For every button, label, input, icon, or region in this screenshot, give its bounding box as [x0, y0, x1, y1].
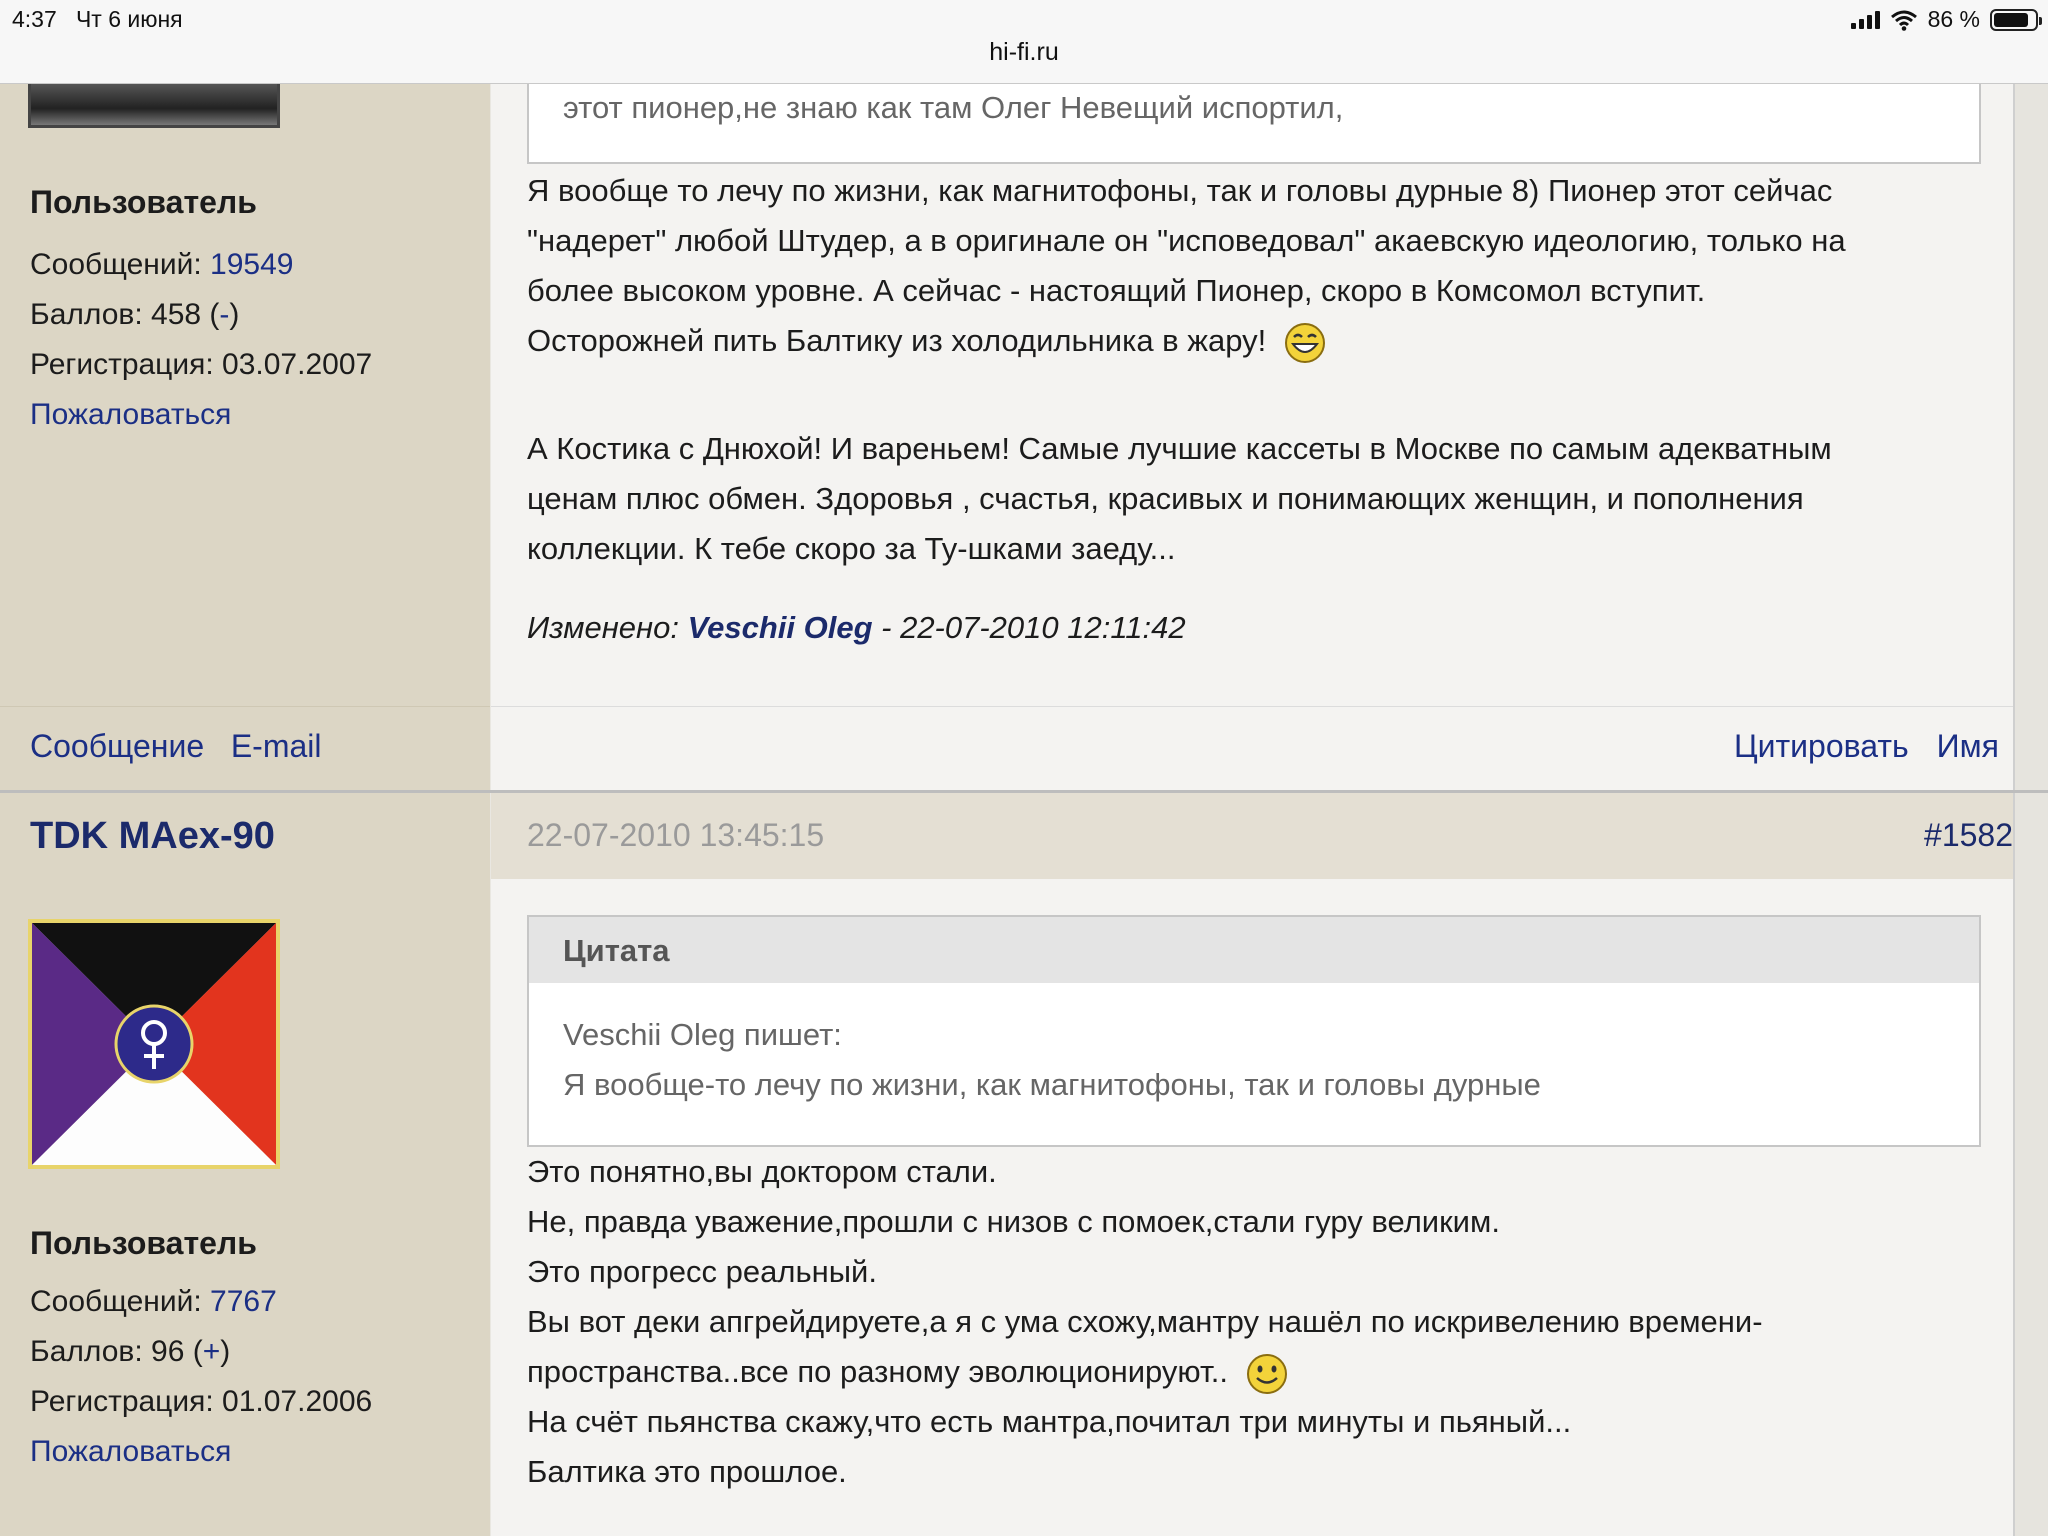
post-author-panel: TDK MAex-90 Пользователь Сообщений: 7767…	[0, 793, 490, 1536]
laughing-smiley-icon	[1284, 322, 1325, 363]
post-body: этот пионер,не знаю как там Олег Невещий…	[491, 84, 2015, 790]
author-registration: Регистрация: 03.07.2007	[30, 348, 373, 381]
post-text: Это понятно,вы доктором стали. Не, правд…	[527, 1154, 1763, 1489]
status-time: 4:37 Чт 6 июня	[12, 6, 183, 33]
battery-percent: 86 %	[1927, 6, 1980, 32]
post-body: 22-07-2010 13:45:15 #1582 Цитата Veschii…	[491, 793, 2015, 1536]
status-bar: 4:37 Чт 6 июня 86 % hi-fi.ru	[0, 0, 2048, 84]
author-messages: Сообщений: 7767	[30, 1285, 277, 1318]
author-points: Баллов: 458 (-)	[30, 298, 240, 331]
author-points: Баллов: 96 (+)	[30, 1335, 231, 1368]
divider	[491, 706, 2013, 707]
divider	[0, 706, 490, 707]
name-button[interactable]: Имя	[1937, 728, 1999, 765]
post-text: Я вообще то лечу по жизни, как магнитофо…	[527, 166, 1987, 366]
message-link[interactable]: Сообщение	[30, 728, 204, 764]
points-minus-link[interactable]: -	[219, 298, 229, 331]
report-link[interactable]: Пожаловаться	[30, 398, 231, 432]
cellular-signal-icon	[1850, 10, 1880, 29]
quote-author: Veschii Oleg пишет:	[563, 1017, 842, 1052]
battery-icon	[1990, 8, 2042, 31]
editor-link[interactable]: Veschii Oleg	[688, 610, 873, 645]
post-number-link[interactable]: #1582	[1924, 817, 2013, 854]
email-link[interactable]: E-mail	[231, 728, 322, 764]
quote-text: этот пионер,не знаю как там Олег Невещий…	[563, 90, 1344, 125]
url-text: hi-fi.ru	[989, 38, 1059, 66]
quote-header: Цитата	[529, 917, 1979, 983]
quote-title: Цитата	[563, 933, 670, 968]
author-registration: Регистрация: 01.07.2006	[30, 1385, 373, 1418]
messages-count-link[interactable]: 19549	[210, 248, 293, 281]
smile-icon	[1246, 1353, 1287, 1394]
clock-text: 4:37	[12, 6, 57, 32]
quote-text: Я вообще-то лечу по жизни, как магнитофо…	[563, 1067, 1541, 1102]
date-text: Чт 6 июня	[75, 6, 183, 32]
author-links: Сообщение E-mail	[30, 728, 321, 765]
report-link[interactable]: Пожаловаться	[30, 1435, 231, 1469]
post-actions: Цитировать Имя	[1734, 728, 1999, 765]
post-text-2: А Костика с Днюхой! И вареньем! Самые лу…	[527, 431, 1832, 566]
wifi-icon	[1890, 10, 1917, 31]
quote-block: Цитата Veschii Oleg пишет: Я вообще-то л…	[527, 915, 1981, 1147]
right-gutter	[2015, 84, 2048, 1536]
messages-count-link[interactable]: 7767	[210, 1285, 277, 1318]
status-indicators: 86 %	[1850, 6, 2042, 33]
author-role: Пользователь	[30, 184, 257, 220]
post-author-panel: Пользователь Сообщений: 19549 Баллов: 45…	[0, 84, 490, 790]
author-messages: Сообщений: 19549	[30, 248, 294, 281]
quote-button[interactable]: Цитировать	[1734, 728, 1909, 765]
post-header: 22-07-2010 13:45:15 #1582	[491, 793, 2013, 879]
address-bar[interactable]: hi-fi.ru	[0, 38, 2048, 67]
author-role: Пользователь	[30, 1225, 257, 1261]
author-avatar	[28, 919, 280, 1169]
quote-block: этот пионер,не знаю как там Олег Невещий…	[527, 84, 1981, 164]
post-date: 22-07-2010 13:45:15	[527, 817, 825, 853]
edited-note: Изменено: Veschii Oleg - 22-07-2010 12:1…	[527, 610, 1186, 645]
avatar-emblem-icon	[32, 923, 276, 1165]
battery-level	[1994, 12, 2029, 27]
author-avatar	[28, 84, 280, 128]
points-plus-link[interactable]: +	[203, 1335, 221, 1368]
author-name-link[interactable]: TDK MAex-90	[30, 815, 275, 858]
